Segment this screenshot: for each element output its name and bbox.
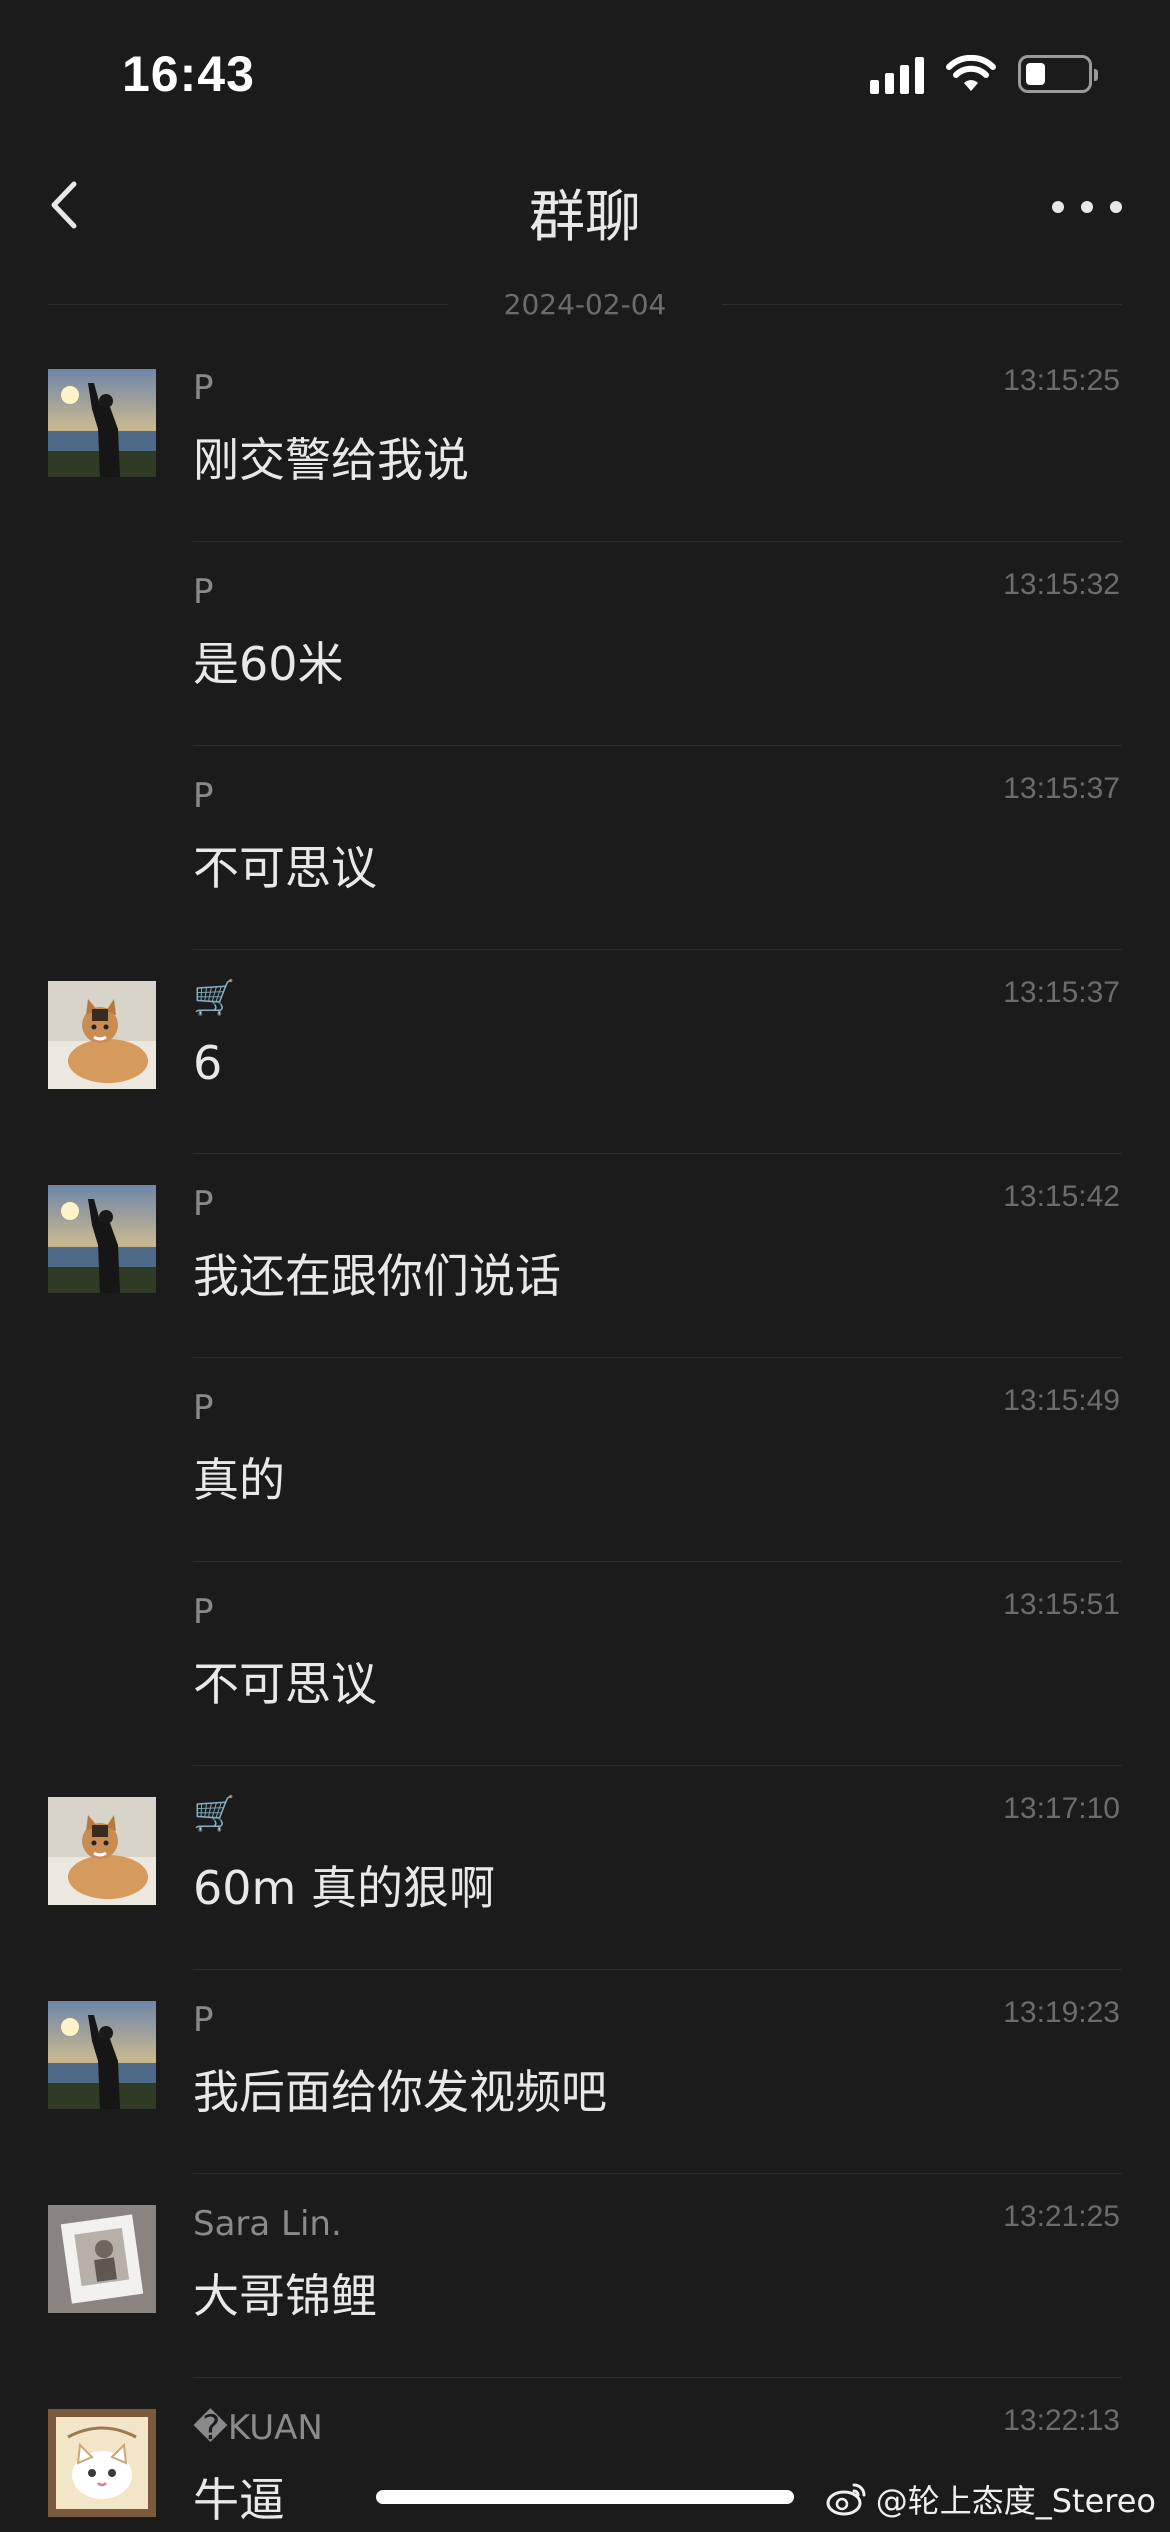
message-time: 13:15:37	[1003, 772, 1120, 805]
message-sender: P	[193, 368, 214, 408]
avatar[interactable]	[48, 2205, 156, 2313]
message-text: 真的	[193, 1453, 285, 1507]
message-text: 我还在跟你们说话	[193, 1249, 561, 1303]
message-sender: 🛒	[193, 978, 236, 1018]
message-sender: P	[193, 572, 214, 612]
avatar[interactable]	[48, 1797, 156, 1905]
more-dot-icon	[1110, 201, 1122, 213]
message-time: 13:15:37	[1003, 976, 1120, 1009]
message-text: 60m 真的狠啊	[193, 1861, 495, 1915]
message-time: 13:15:49	[1003, 1384, 1120, 1417]
message-list[interactable]: P 13:15:25 刚交警给我说 P 13:15:32 是60米 P 13:15:37 不可思…	[0, 338, 1170, 2532]
message-text: 不可思议	[193, 841, 377, 895]
message-row[interactable]: P 13:15:25 刚交警给我说	[0, 338, 1170, 542]
avatar[interactable]	[48, 981, 156, 1089]
message-text: 刚交警给我说	[193, 433, 469, 487]
message-text: 是60米	[193, 637, 344, 691]
page-title: 群聊	[529, 185, 641, 250]
message-row[interactable]: 🛒 13:15:37 6	[0, 950, 1170, 1154]
message-sender: P	[193, 776, 214, 816]
more-dot-icon	[1081, 201, 1093, 213]
message-time: 13:15:25	[1003, 364, 1120, 397]
message-sender: P	[193, 1388, 214, 1428]
watermark-text: @轮上态度_Stereo	[875, 2482, 1156, 2520]
wifi-icon	[946, 55, 996, 91]
home-indicator[interactable]	[376, 2490, 794, 2504]
watermark: @轮上态度_Stereo	[826, 2476, 1156, 2522]
more-options-button[interactable]	[1052, 192, 1122, 222]
date-divider: 2024-02-04	[48, 288, 1122, 328]
weibo-icon	[826, 2483, 866, 2516]
message-time: 13:15:42	[1003, 1180, 1120, 1213]
cellular-signal-icon	[870, 54, 924, 94]
message-row[interactable]: P 13:15:32 是60米	[0, 542, 1170, 746]
avatar[interactable]	[48, 2409, 156, 2517]
message-row[interactable]: 🛒 13:17:10 60m 真的狠啊	[0, 1766, 1170, 1970]
message-text: 大哥锦鲤	[193, 2269, 377, 2323]
avatar[interactable]	[48, 1185, 156, 1293]
message-row[interactable]: P 13:15:37 不可思议	[0, 746, 1170, 950]
status-time: 16:43	[122, 46, 255, 102]
message-sender: P	[193, 1184, 214, 1224]
status-icons	[870, 54, 1098, 94]
message-row[interactable]: P 13:15:42 我还在跟你们说话	[0, 1154, 1170, 1358]
message-row[interactable]: P 13:15:51 不可思议	[0, 1562, 1170, 1766]
message-sender: 🛒	[193, 1794, 236, 1834]
avatar[interactable]	[48, 369, 156, 477]
more-dot-icon	[1052, 201, 1064, 213]
avatar[interactable]	[48, 2001, 156, 2109]
message-time: 13:15:32	[1003, 568, 1120, 601]
chat-screen: 16:43 群聊 2024-02-04 P 13:15:25 刚交警给我说 P 13:1…	[0, 0, 1170, 2532]
message-sender: P	[193, 1592, 214, 1632]
message-time: 13:15:51	[1003, 1588, 1120, 1621]
battery-fill	[1026, 63, 1045, 85]
message-row[interactable]: P 13:15:49 真的	[0, 1358, 1170, 1562]
battery-icon	[1018, 55, 1098, 93]
message-row[interactable]: P 13:19:23 我后面给你发视频吧	[0, 1970, 1170, 2174]
message-sender: �KUAN	[193, 2408, 323, 2448]
message-text: 6	[193, 1036, 223, 1090]
message-row[interactable]: Sara Lin. 13:21:25 大哥锦鲤	[0, 2174, 1170, 2378]
message-sender: P	[193, 2000, 214, 2040]
message-time: 13:17:10	[1003, 1792, 1120, 1825]
message-time: 13:22:13	[1003, 2404, 1120, 2437]
message-text: 牛逼	[193, 2473, 285, 2527]
message-time: 13:21:25	[1003, 2200, 1120, 2233]
message-sender: Sara Lin.	[193, 2204, 342, 2244]
message-text: 我后面给你发视频吧	[193, 2065, 607, 2119]
message-time: 13:19:23	[1003, 1996, 1120, 2029]
message-text: 不可思议	[193, 1657, 377, 1711]
